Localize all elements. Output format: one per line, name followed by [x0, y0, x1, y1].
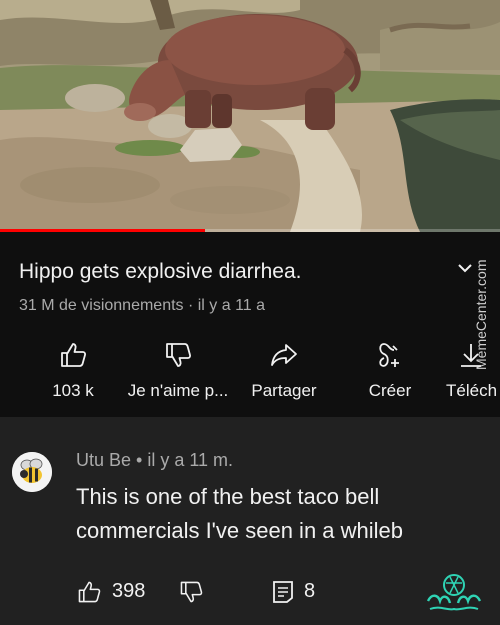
- comment-like-icon[interactable]: [76, 579, 102, 605]
- like-button[interactable]: 103 k: [48, 340, 98, 410]
- download-icon: [461, 344, 481, 367]
- thumbs-down-icon: [166, 343, 192, 367]
- download-label: Téléch: [446, 381, 498, 400]
- video-info: Hippo gets explosive diarrhea. 31 M de v…: [0, 232, 500, 417]
- hippo-video-frame: [0, 0, 500, 232]
- comment-actions: 398 8: [76, 577, 376, 607]
- comment-text: This is one of the best taco bell commer…: [76, 484, 404, 543]
- dislike-label: Je n'aime p...: [127, 381, 229, 400]
- bee-icon: [12, 452, 52, 492]
- create-label: Créer: [368, 381, 412, 400]
- download-button[interactable]: Téléch: [446, 340, 500, 410]
- share-label: Partager: [251, 381, 317, 400]
- video-title[interactable]: Hippo gets explosive diarrhea.: [19, 260, 302, 284]
- comment-like-count: 398: [112, 580, 146, 602]
- comment-author[interactable]: Utu Be • il y a 11 m.: [76, 450, 233, 471]
- watermark-logo-icon: [426, 574, 482, 611]
- video-meta: 31 M de visionnements · il y a 11 a: [19, 297, 266, 314]
- comment-reply-count: 8: [304, 580, 316, 602]
- create-button[interactable]: Créer: [364, 340, 416, 410]
- video-player[interactable]: [0, 0, 500, 232]
- share-icon: [271, 344, 297, 366]
- comment-dislike-icon[interactable]: [178, 579, 204, 605]
- comment-card[interactable]: Utu Be • il y a 11 m. This is one of the…: [0, 417, 500, 625]
- thumbs-up-icon: [61, 343, 87, 367]
- avatar[interactable]: [12, 452, 52, 492]
- dislike-button[interactable]: Je n'aime p...: [124, 340, 232, 410]
- share-button[interactable]: Partager: [246, 340, 322, 410]
- reply-icon[interactable]: [272, 580, 294, 604]
- create-icon: [379, 343, 399, 367]
- like-count: 103 k: [52, 381, 94, 400]
